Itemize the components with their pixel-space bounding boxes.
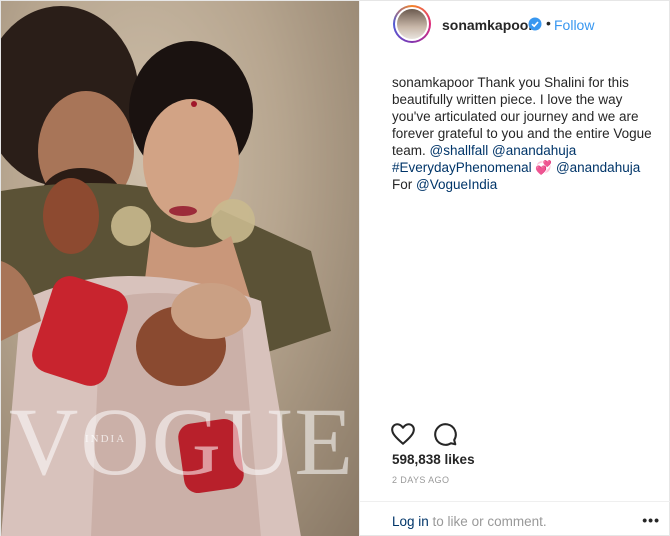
post-caption: sonamkapoor Thank you Shalini for this b… bbox=[392, 74, 662, 193]
login-link[interactable]: Log in bbox=[392, 514, 429, 529]
vogue-watermark: VOGUE bbox=[9, 388, 355, 495]
hashtag-link[interactable]: #EverydayPhenomenal bbox=[392, 160, 532, 175]
post-footer: Log in to like or comment. ••• bbox=[360, 501, 670, 536]
follow-button[interactable]: Follow bbox=[554, 17, 594, 33]
username-link[interactable]: sonamkapoor bbox=[442, 17, 534, 33]
post-header: sonamkapoor • Follow bbox=[360, 1, 670, 49]
emoji: 💞 bbox=[535, 160, 553, 175]
avatar[interactable] bbox=[393, 5, 431, 43]
post-timestamp[interactable]: 2 DAYS AGO bbox=[392, 475, 449, 485]
caption-username[interactable]: sonamkapoor bbox=[392, 75, 474, 90]
mention-link[interactable]: @anandahuja bbox=[492, 143, 576, 158]
login-prompt: Log in to like or comment. bbox=[392, 514, 547, 529]
likes-count[interactable]: 598,838 likes bbox=[392, 452, 475, 467]
separator-dot: • bbox=[546, 15, 551, 31]
verified-badge-icon bbox=[528, 17, 542, 31]
post-side-panel: sonamkapoor • Follow sonamkapoor Thank y… bbox=[359, 1, 670, 536]
post-photo[interactable]: VOGUE INDIA bbox=[1, 1, 359, 536]
more-options-icon[interactable]: ••• bbox=[642, 512, 660, 528]
heart-icon[interactable] bbox=[390, 421, 416, 447]
comment-icon[interactable] bbox=[432, 421, 458, 447]
login-prompt-text: to like or comment. bbox=[428, 514, 547, 529]
caption-text: For bbox=[392, 177, 417, 192]
instagram-post: VOGUE INDIA sonamkapoor • Follow sonamka… bbox=[0, 0, 670, 536]
mention-link[interactable]: @shallfall bbox=[430, 143, 489, 158]
mention-link[interactable]: @VogueIndia bbox=[416, 177, 497, 192]
vogue-india-watermark: INDIA bbox=[85, 433, 127, 445]
mention-link[interactable]: @anandahuja bbox=[556, 160, 640, 175]
post-actions bbox=[390, 421, 458, 447]
